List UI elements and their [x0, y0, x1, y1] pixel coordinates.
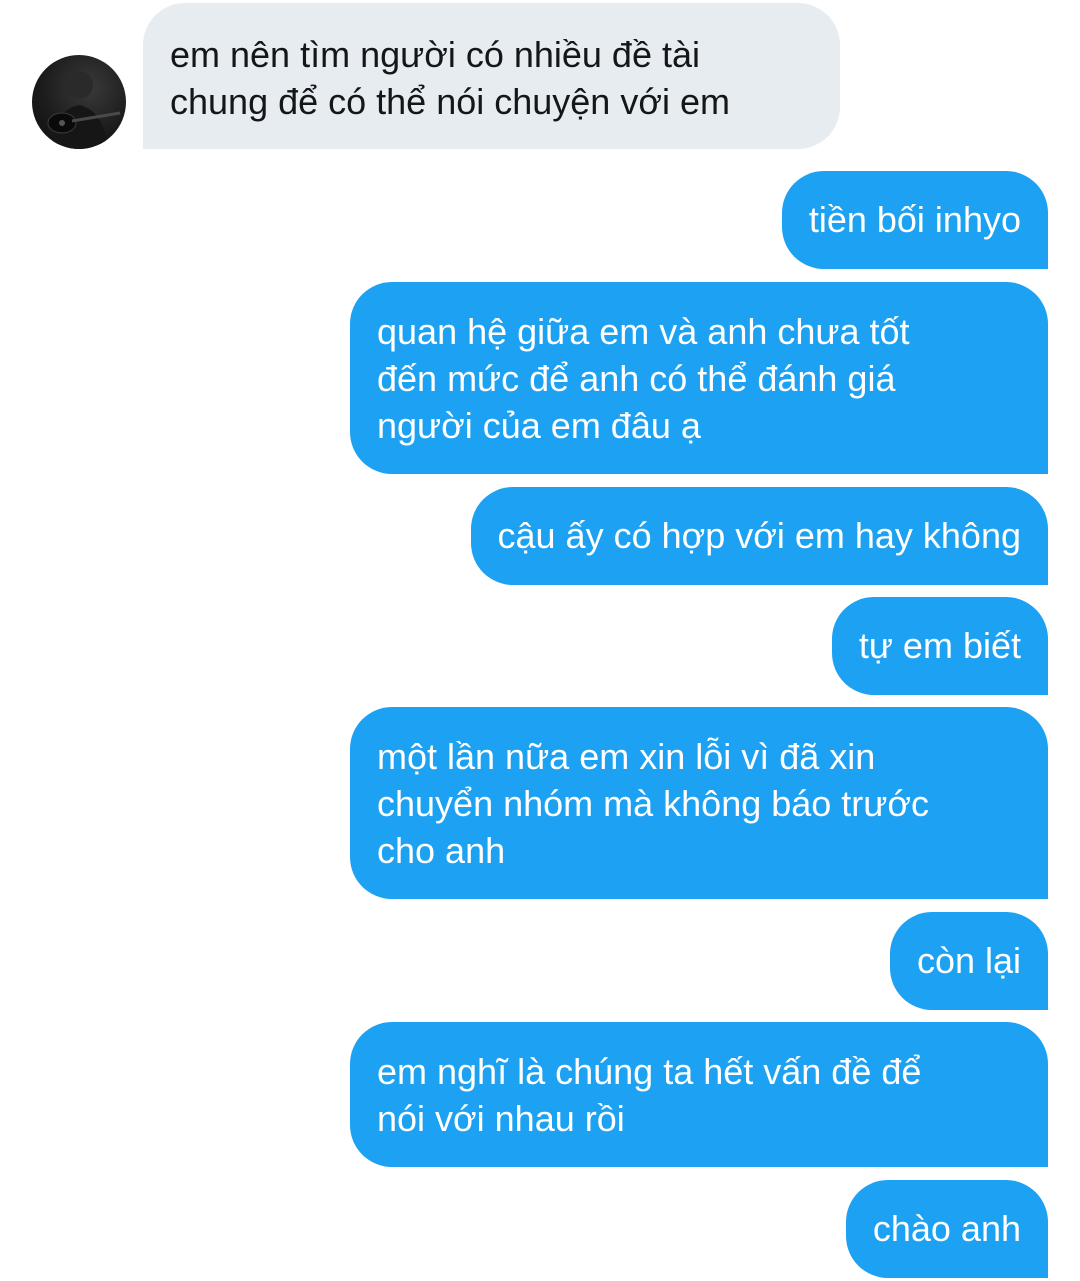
sent-message[interactable]: chào anh [845, 1180, 1048, 1278]
received-message[interactable]: em nên tìm người có nhiều đề tài chung đ… [143, 3, 840, 149]
sent-message[interactable]: còn lại [889, 912, 1048, 1010]
avatar-guitar-photo-icon [47, 71, 121, 149]
sent-message[interactable]: em nghĩ là chúng ta hết vấn đề để nói vớ… [350, 1022, 1048, 1167]
avatar[interactable] [32, 55, 126, 149]
sent-message[interactable]: quan hệ giữa em và anh chưa tốt đến mức … [350, 282, 1048, 474]
sent-message[interactable]: tiền bối inhyo [781, 171, 1048, 269]
sent-message[interactable]: tự em biết [831, 597, 1048, 695]
sent-message[interactable]: một lần nữa em xin lỗi vì đã xin chuyển … [350, 707, 1048, 899]
sent-message[interactable]: cậu ấy có hợp với em hay không [470, 487, 1048, 585]
